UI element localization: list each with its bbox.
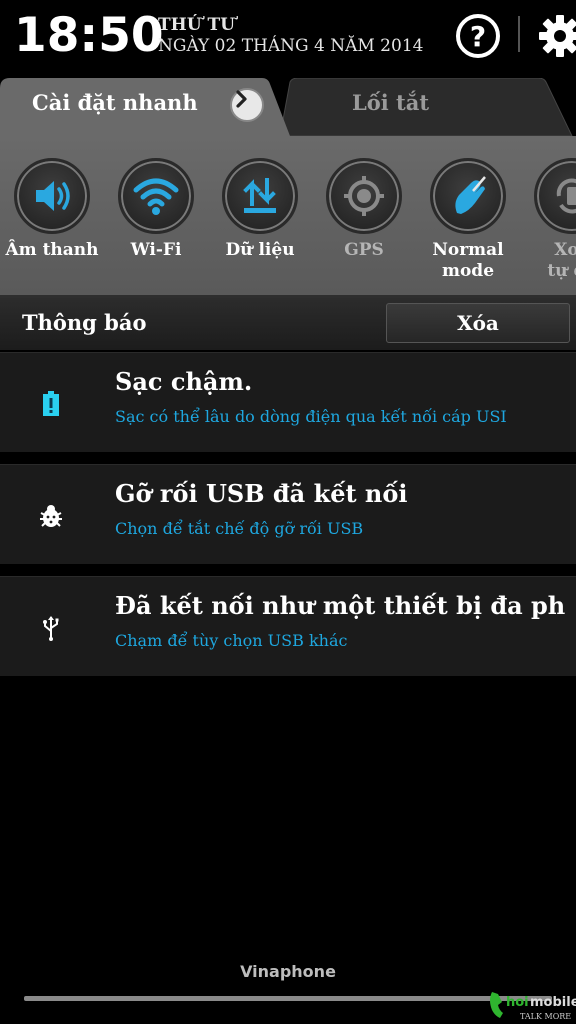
header-divider (518, 16, 520, 52)
date-block: THỨ TƯ NGÀY 02 THÁNG 4 NĂM 2014 (158, 15, 423, 57)
tab-shortcuts[interactable]: Lối tắt (276, 78, 576, 136)
status-header: 18:50 THỨ TƯ NGÀY 02 THÁNG 4 NĂM 2014 ? (0, 0, 576, 78)
carrier-label: Vinaphone (240, 962, 336, 981)
volume-icon (14, 158, 90, 234)
gps-icon (326, 158, 402, 234)
battery-alert-icon (36, 389, 66, 419)
chevron-right-icon[interactable] (230, 88, 264, 122)
svg-text:mobile: mobile (530, 995, 576, 1010)
svg-text:hoi: hoi (506, 995, 529, 1010)
watermark-logo: hoi mobile TALK MORE (486, 986, 576, 1024)
hand-stylus-icon (430, 158, 506, 234)
toggle-gps[interactable]: GPS (312, 158, 416, 261)
qs-label: Normal mode (432, 240, 504, 281)
notification-item[interactable]: Đã kết nối như một thiết bị đa ph Chạm đ… (0, 576, 576, 676)
quick-settings-panel: Âm thanh Wi-Fi Dữ liệu GPS Normal mode X… (0, 136, 576, 298)
notification-subtitle: Chạm để tùy chọn USB khác (115, 631, 348, 650)
notification-title: Gỡ rối USB đã kết nối (115, 479, 408, 508)
gear-icon[interactable] (536, 12, 576, 60)
notifications-header: Thông báo Xóa (0, 298, 576, 350)
toggle-data[interactable]: Dữ liệu (208, 158, 312, 261)
notification-title: Sạc chậm. (115, 367, 253, 396)
tab-label: Cài đặt nhanh (32, 90, 198, 115)
tab-bar: Lối tắt Cài đặt nhanh (0, 78, 576, 136)
data-transfer-icon (222, 158, 298, 234)
auto-rotate-icon (534, 158, 576, 234)
toggle-auto-rotate[interactable]: Xoa tự đo (520, 158, 576, 282)
clock: 18:50 (14, 8, 164, 63)
qs-label: GPS (344, 240, 384, 260)
toggle-sound[interactable]: Âm thanh (0, 158, 104, 261)
weekday: THỨ TƯ (158, 15, 235, 35)
date: NGÀY 02 THÁNG 4 NĂM 2014 (158, 36, 424, 56)
notification-subtitle: Sạc có thể lâu do dòng điện qua kết nối … (115, 407, 507, 426)
clear-button[interactable]: Xóa (386, 303, 570, 343)
usb-icon (36, 613, 66, 643)
qs-label: Âm thanh (5, 240, 99, 260)
notification-item[interactable]: Gỡ rối USB đã kết nối Chọn để tắt chế độ… (0, 464, 576, 564)
drag-handle[interactable] (24, 996, 552, 1001)
toggle-normal-mode[interactable]: Normal mode (416, 158, 520, 282)
bug-icon (36, 501, 66, 531)
svg-text:TALK MORE: TALK MORE (520, 1012, 571, 1021)
notification-subtitle: Chọn để tắt chế độ gỡ rối USB (115, 519, 364, 538)
qs-label: Wi-Fi (130, 240, 182, 260)
notification-title: Đã kết nối như một thiết bị đa ph (115, 591, 566, 620)
wifi-icon (118, 158, 194, 234)
qs-label: Dữ liệu (225, 240, 295, 260)
notification-item[interactable]: Sạc chậm. Sạc có thể lâu do dòng điện qu… (0, 352, 576, 452)
tab-label: Lối tắt (352, 90, 430, 115)
notifications-title: Thông báo (22, 310, 147, 335)
toggle-wifi[interactable]: Wi-Fi (104, 158, 208, 261)
help-icon[interactable]: ? (456, 14, 500, 58)
tab-quick-settings[interactable]: Cài đặt nhanh (0, 78, 292, 136)
qs-label: Xoa tự đo (547, 240, 576, 281)
